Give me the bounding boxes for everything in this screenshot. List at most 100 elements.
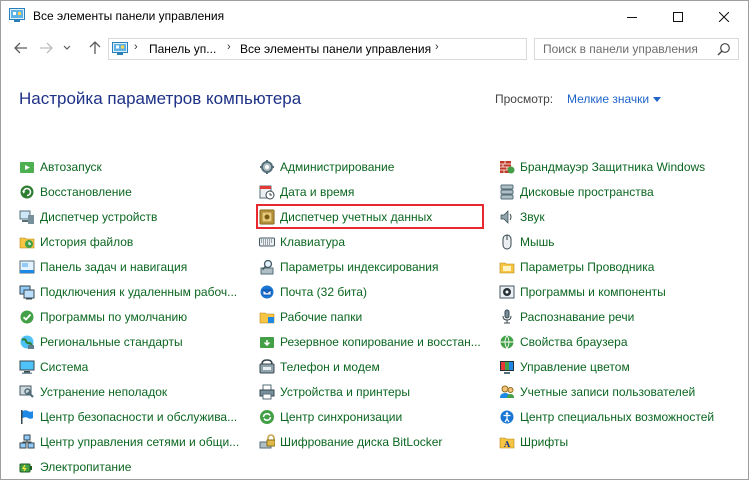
search-icon[interactable] bbox=[717, 42, 731, 56]
programs-icon bbox=[499, 284, 515, 300]
control-panel-item[interactable]: Мышь bbox=[499, 229, 714, 254]
control-panel-item[interactable]: Панель задач и навигация bbox=[19, 254, 239, 279]
items-column-2: Администрирование Дата и время Диспетчер у… bbox=[256, 154, 484, 454]
troubleshoot-icon bbox=[19, 384, 35, 400]
control-panel-item-label: Программы по умолчанию bbox=[40, 309, 188, 324]
items-column-1: Автозапуск Восстановление Диспетчер устрой… bbox=[19, 154, 239, 479]
svg-text:A: A bbox=[503, 439, 511, 449]
control-panel-item-label: Диспетчер устройств bbox=[40, 209, 158, 224]
control-panel-item[interactable]: Параметры Проводника bbox=[499, 254, 714, 279]
control-panel-item[interactable]: Резервное копирование и восстан... bbox=[259, 329, 481, 354]
control-panel-item[interactable]: История файлов bbox=[19, 229, 239, 254]
mail-icon bbox=[259, 284, 275, 300]
keyboard-icon bbox=[259, 234, 275, 250]
control-panel-item[interactable]: Диспетчер устройств bbox=[19, 204, 239, 229]
view-by-label: Просмотр: bbox=[495, 92, 554, 106]
control-panel-item[interactable]: Брандмауэр Защитника Windows bbox=[499, 154, 714, 179]
control-panel-item[interactable]: Управление цветом bbox=[499, 354, 714, 379]
power-icon bbox=[19, 459, 35, 475]
search-box[interactable] bbox=[534, 38, 739, 60]
region-icon bbox=[19, 334, 35, 350]
control-panel-item[interactable]: Рабочие папки bbox=[259, 304, 481, 329]
up-button[interactable] bbox=[85, 38, 105, 58]
control-panel-item[interactable]: Свойства браузера bbox=[499, 329, 714, 354]
breadcrumb-item[interactable]: Все элементы панели управления bbox=[240, 42, 431, 56]
control-panel-item[interactable]: Подключения к удаленным рабоч... bbox=[19, 279, 239, 304]
view-by-dropdown[interactable]: Мелкие значки bbox=[567, 92, 662, 106]
control-panel-item[interactable]: Устранение неполадок bbox=[19, 379, 239, 404]
control-panel-item[interactable]: Дата и время bbox=[259, 179, 481, 204]
internet-options-icon bbox=[499, 334, 515, 350]
remote-desktop-icon bbox=[19, 284, 35, 300]
minimize-icon bbox=[627, 16, 637, 18]
control-panel-item-label: Панель задач и навигация bbox=[40, 259, 188, 274]
back-button[interactable] bbox=[11, 38, 31, 58]
control-panel-item-label: Диспетчер учетных данных bbox=[280, 209, 433, 224]
sync-icon bbox=[259, 409, 275, 425]
control-panel-item[interactable]: Региональные стандарты bbox=[19, 329, 239, 354]
control-panel-item[interactable]: Дисковые пространства bbox=[499, 179, 714, 204]
control-panel-item[interactable]: Центр безопасности и обслужива... bbox=[19, 404, 239, 429]
control-panel-item[interactable]: Учетные записи пользователей bbox=[499, 379, 714, 404]
control-panel-item-label: Телефон и модем bbox=[280, 359, 380, 374]
minimize-button[interactable] bbox=[609, 1, 655, 32]
backup-icon bbox=[259, 334, 275, 350]
control-panel-item-label: Шрифты bbox=[520, 434, 569, 449]
control-panel-item[interactable]: Автозапуск bbox=[19, 154, 239, 179]
control-panel-icon bbox=[112, 42, 128, 55]
breadcrumb-item[interactable]: Панель уп... bbox=[149, 42, 216, 56]
clock-icon bbox=[259, 184, 275, 200]
close-button[interactable] bbox=[701, 1, 747, 32]
maximize-button[interactable] bbox=[655, 1, 701, 32]
control-panel-item-label: Учетные записи пользователей bbox=[520, 384, 696, 399]
default-programs-icon bbox=[19, 309, 35, 325]
close-icon bbox=[719, 11, 729, 22]
indexing-icon bbox=[259, 259, 275, 275]
control-panel-item[interactable]: Восстановление bbox=[19, 179, 239, 204]
control-panel-item[interactable]: Программы по умолчанию bbox=[19, 304, 239, 329]
recent-locations-button[interactable] bbox=[60, 38, 74, 58]
maximize-icon bbox=[673, 11, 683, 22]
work-folders-icon bbox=[259, 309, 275, 325]
control-panel-item[interactable]: Почта (32 бита) bbox=[259, 279, 481, 304]
chevron-down-icon bbox=[63, 45, 71, 50]
title-bar[interactable]: Все элементы панели управления bbox=[1, 1, 748, 32]
control-panel-item[interactable]: Центр синхронизации bbox=[259, 404, 481, 429]
control-panel-item-label: Распознавание речи bbox=[520, 309, 635, 324]
control-panel-item[interactable]: Звук bbox=[499, 204, 714, 229]
control-panel-item-label: Электропитание bbox=[40, 459, 132, 474]
page-title: Настройка параметров компьютера bbox=[19, 89, 302, 108]
storage-spaces-icon bbox=[499, 184, 515, 200]
system-icon bbox=[19, 359, 35, 375]
control-panel-item[interactable]: Распознавание речи bbox=[499, 304, 714, 329]
address-bar[interactable]: › Панель уп... › Все элементы панели упр… bbox=[108, 38, 627, 60]
control-panel-item-label: Почта (32 бита) bbox=[280, 284, 367, 299]
view-by-value: Мелкие значки bbox=[567, 92, 650, 106]
control-panel-item[interactable]: Клавиатура bbox=[259, 229, 481, 254]
control-panel-item[interactable]: Программы и компоненты bbox=[499, 279, 714, 304]
window-title: Все элементы панели управления bbox=[33, 9, 225, 23]
control-panel-item[interactable]: Центр управления сетями и общи... bbox=[19, 429, 239, 454]
control-panel-item[interactable]: Устройства и принтеры bbox=[259, 379, 481, 404]
control-panel-item-label: Звук bbox=[520, 209, 545, 224]
control-panel-item-label: Дата и время bbox=[280, 184, 355, 199]
control-panel-item[interactable]: A Шрифты bbox=[499, 429, 714, 454]
control-panel-item[interactable]: Диспетчер учетных данных bbox=[256, 204, 484, 229]
arrow-left-icon bbox=[14, 42, 27, 54]
control-panel-item[interactable]: Администрирование bbox=[259, 154, 481, 179]
control-panel-item[interactable]: Шифрование диска BitLocker bbox=[259, 429, 481, 454]
control-panel-item-label: Программы и компоненты bbox=[520, 284, 666, 299]
search-input[interactable] bbox=[535, 39, 705, 59]
firewall-icon bbox=[499, 159, 515, 175]
control-panel-item[interactable]: Центр специальных возможностей bbox=[499, 404, 714, 429]
control-panel-item-label: Система bbox=[40, 359, 89, 374]
forward-button[interactable] bbox=[36, 38, 56, 58]
control-panel-item-label: Управление цветом bbox=[520, 359, 630, 374]
control-panel-item[interactable]: Параметры индексирования bbox=[259, 254, 481, 279]
control-panel-item[interactable]: Система bbox=[19, 354, 239, 379]
control-panel-item[interactable]: Телефон и модем bbox=[259, 354, 481, 379]
control-panel-item[interactable]: Электропитание bbox=[19, 454, 239, 479]
control-panel-item-label: Автозапуск bbox=[40, 159, 102, 174]
arrow-up-icon bbox=[89, 41, 101, 54]
control-panel-item-label: Восстановление bbox=[40, 184, 132, 199]
